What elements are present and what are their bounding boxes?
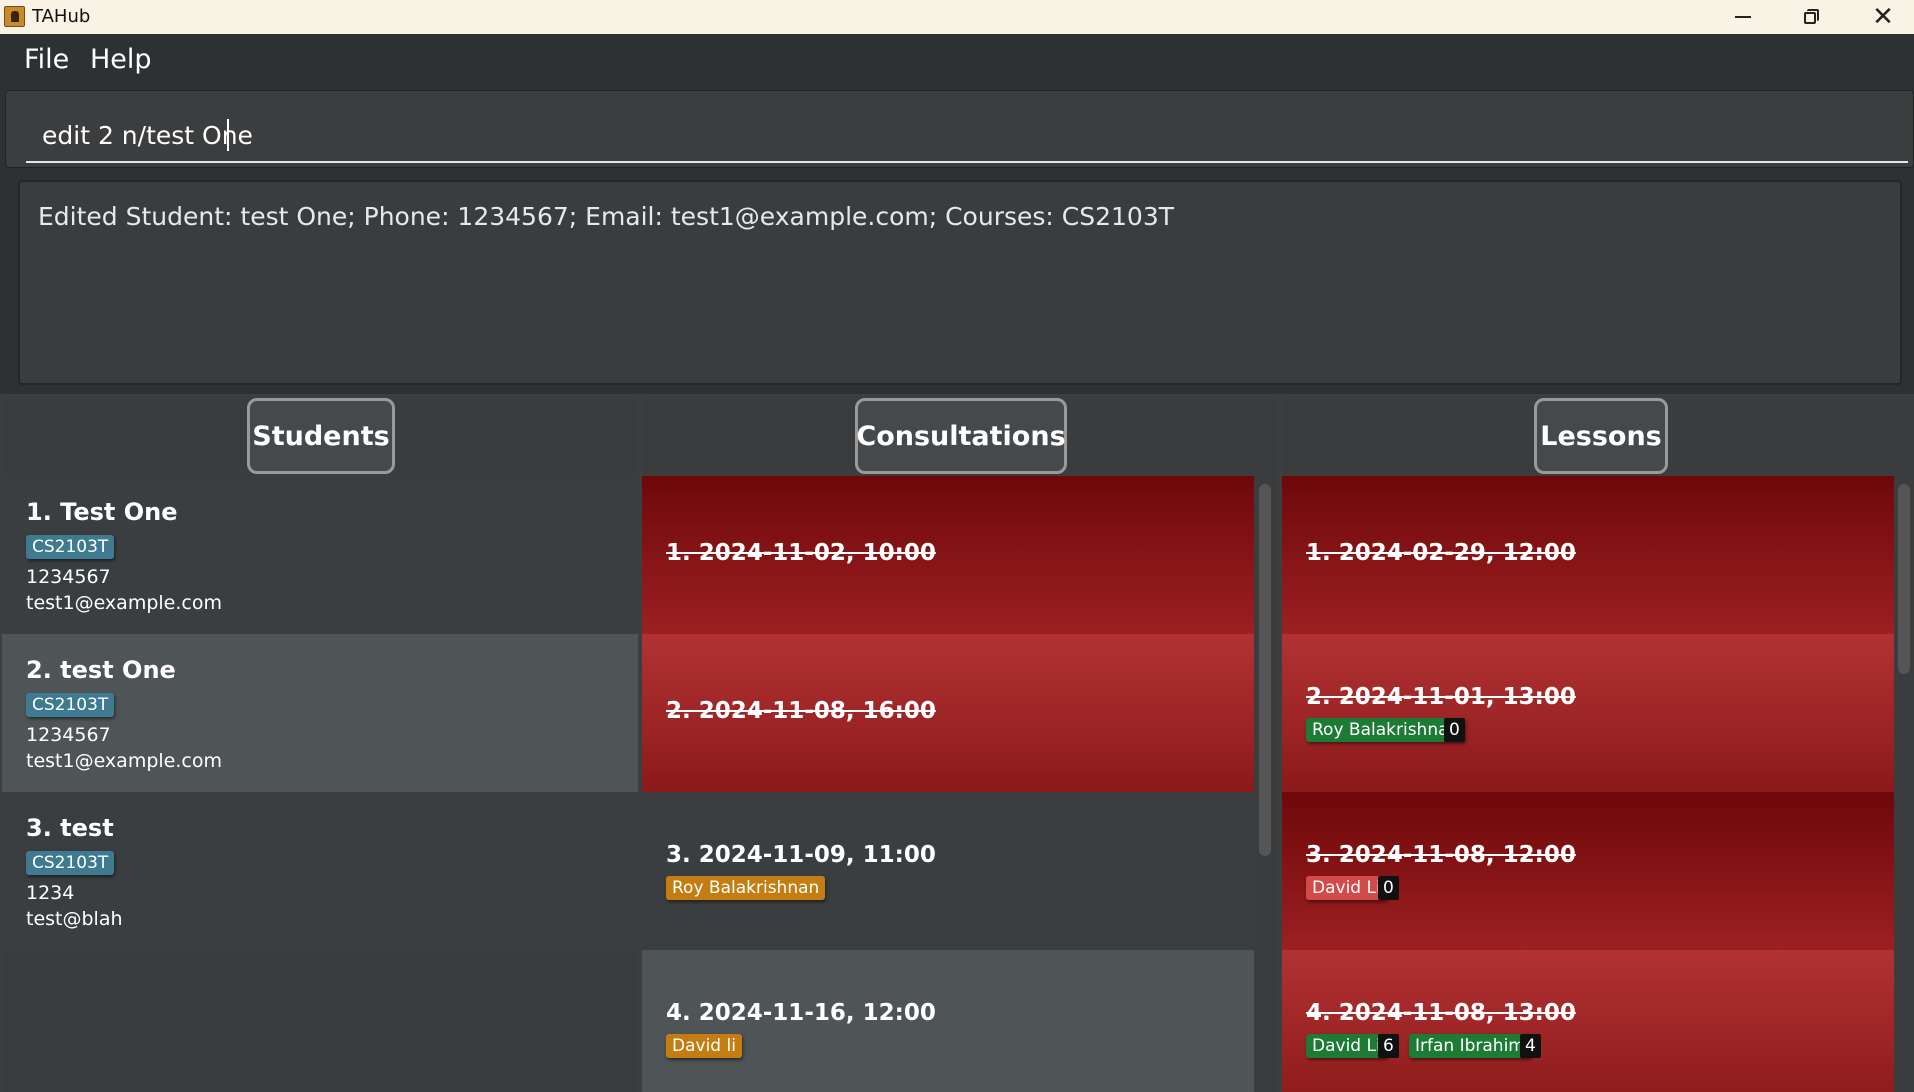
course-tag: CS2103T [26,535,115,559]
lessons-header[interactable]: Lessons [1534,398,1668,474]
student-list[interactable]: 1. Test One CS2103T 1234567 test1@exampl… [2,476,638,950]
text-caret [227,119,229,151]
lessons-panel: Lessons 1. 2024-02-29, 12:00 2. 2024-11-… [1282,396,1914,1092]
lesson-list[interactable]: 1. 2024-02-29, 12:00 2. 2024-11-01, 13:0… [1282,476,1894,1092]
lesson-student-tag: David Li [1306,1034,1387,1058]
student-phone: 1234567 [26,566,111,588]
consultation-date: 2. 2024-11-08, 16:00 [666,698,936,724]
consultations-panel: Consultations 1. 2024-11-02, 10:00 2. 20… [642,396,1278,1092]
attendance-count: 0 [1444,718,1465,742]
student-name: 1. Test One [26,498,178,526]
menu-file[interactable]: File [24,44,69,75]
course-tag: CS2103T [26,693,115,717]
close-button[interactable]: ✕ [1848,0,1914,34]
consultation-date: 4. 2024-11-16, 12:00 [666,1000,936,1026]
result-display: Edited Student: test One; Phone: 1234567… [18,180,1902,385]
lesson-date: 3. 2024-11-08, 12:00 [1306,842,1576,868]
app-icon [4,6,25,27]
student-email: test1@example.com [26,592,222,614]
student-card[interactable]: 1. Test One CS2103T 1234567 test1@exampl… [2,476,638,634]
student-phone: 1234567 [26,724,111,746]
menu-help[interactable]: Help [90,44,152,75]
student-email: test1@example.com [26,750,222,772]
lesson-card[interactable]: 2. 2024-11-01, 13:00 Roy Balakrishnan 0 [1282,634,1894,792]
menu-bar: File Help [0,34,1914,86]
lesson-card[interactable]: 3. 2024-11-08, 12:00 David Li 0 [1282,792,1894,950]
title-bar: TAHub ✕ [0,0,1914,34]
result-panel: Edited Student: test One; Phone: 1234567… [0,172,1914,394]
lesson-student-tag: Roy Balakrishnan [1306,718,1466,742]
command-input[interactable] [26,109,1908,163]
lesson-date: 2. 2024-11-01, 13:00 [1306,684,1576,710]
consultation-list[interactable]: 1. 2024-11-02, 10:00 2. 2024-11-08, 16:0… [642,476,1254,1092]
minimize-icon [1735,16,1751,18]
lesson-student-tag: David Li [1306,876,1387,900]
consultation-date: 1. 2024-11-02, 10:00 [666,540,936,566]
student-phone: 1234 [26,882,75,904]
command-panel [0,86,1914,172]
attendance-count: 4 [1520,1034,1541,1058]
lesson-card[interactable]: 4. 2024-11-08, 13:00 David Li 6 Irfan Ib… [1282,950,1894,1092]
students-header[interactable]: Students [247,398,395,474]
student-card[interactable]: 3. test CS2103T 1234 test@blah [2,792,638,950]
close-icon: ✕ [1872,2,1894,32]
lesson-student-tag: Irfan Ibrahim [1409,1034,1531,1058]
restore-icon [1804,9,1820,25]
attendance-count: 6 [1378,1034,1399,1058]
student-name: 2. test One [26,656,176,684]
consultation-card[interactable]: 3. 2024-11-09, 11:00 Roy Balakrishnan [642,792,1254,950]
window-title: TAHub [32,6,91,27]
command-box [5,90,1914,168]
restore-button[interactable] [1777,0,1847,34]
consultation-student-tag: David li [666,1034,742,1058]
result-text: Edited Student: test One; Phone: 1234567… [38,202,1174,231]
lesson-card[interactable]: 1. 2024-02-29, 12:00 [1282,476,1894,634]
consultation-card[interactable]: 4. 2024-11-16, 12:00 David li [642,950,1254,1092]
student-name: 3. test [26,814,114,842]
consultation-card[interactable]: 2. 2024-11-08, 16:00 [642,634,1254,792]
consultation-card[interactable]: 1. 2024-11-02, 10:00 [642,476,1254,634]
attendance-count: 0 [1378,876,1399,900]
consultation-student-tag: Roy Balakrishnan [666,876,826,900]
lesson-date: 1. 2024-02-29, 12:00 [1306,540,1576,566]
consultation-date: 3. 2024-11-09, 11:00 [666,842,936,868]
consultations-scrollbar[interactable] [1259,484,1271,856]
minimize-button[interactable] [1708,0,1778,34]
lesson-date: 4. 2024-11-08, 13:00 [1306,1000,1576,1026]
student-card[interactable]: 2. test One CS2103T 1234567 test1@exampl… [2,634,638,792]
student-email: test@blah [26,908,123,930]
course-tag: CS2103T [26,851,115,875]
consultations-header[interactable]: Consultations [855,398,1067,474]
students-panel: Students 1. Test One CS2103T 1234567 tes… [2,396,638,1092]
lessons-scrollbar[interactable] [1898,484,1910,674]
